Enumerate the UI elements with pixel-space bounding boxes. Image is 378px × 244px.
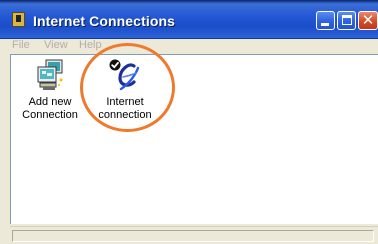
folder-icon (12, 12, 25, 27)
menu-file[interactable]: File (12, 39, 30, 51)
add-new-connection-label: Add new Connection (10, 96, 90, 122)
window-frame-left (0, 39, 10, 244)
minimize-button[interactable] (316, 11, 335, 30)
window: Internet Connections ✕ File View Help Ad… (0, 0, 378, 244)
close-icon: ✕ (361, 11, 375, 29)
minimize-icon (321, 23, 329, 26)
menu-bar: File View Help (0, 39, 378, 53)
menu-help[interactable]: Help (79, 39, 102, 51)
status-bar (10, 226, 378, 244)
maximize-icon (342, 15, 352, 25)
title-bar[interactable]: Internet Connections ✕ (0, 0, 378, 39)
internet-connection-label-line2: connection (98, 109, 152, 121)
new-connection-wizard-icon (34, 58, 66, 92)
menu-view[interactable]: View (44, 39, 68, 51)
internet-connection-item[interactable]: Internet connection (85, 58, 165, 122)
internet-connection-label: Internet connection (85, 96, 165, 122)
add-new-connection-label-line2: Connection (22, 109, 78, 121)
add-new-connection-label-line1: Add new (28, 96, 72, 108)
add-new-connection-item[interactable]: Add new Connection (10, 58, 90, 122)
window-title: Internet Connections (33, 13, 176, 29)
internet-connection-icon (109, 58, 141, 92)
status-panel (12, 230, 374, 242)
close-button[interactable]: ✕ (358, 11, 378, 30)
internet-connection-label-line1: Internet (106, 96, 144, 108)
maximize-button[interactable] (337, 11, 356, 30)
